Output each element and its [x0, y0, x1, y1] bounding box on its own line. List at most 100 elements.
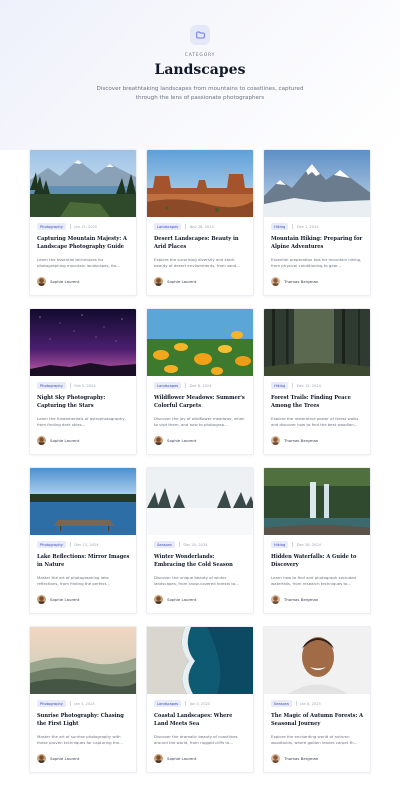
post-card[interactable]: Hiking Dec 28, 2024 Hidden Waterfalls: A…	[263, 467, 371, 614]
avatar	[154, 754, 163, 763]
post-title[interactable]: Desert Landscapes: Beauty in Arid Places	[154, 235, 247, 253]
post-card[interactable]: Seasons Jan 8, 2025 The Magic of Autumn …	[263, 626, 371, 773]
post-image[interactable]	[264, 468, 370, 535]
avatar	[154, 595, 163, 604]
category-tag[interactable]: Landscapes	[154, 223, 182, 230]
folder-icon	[190, 25, 210, 45]
post-title[interactable]: Sunrise Photography: Chasing the First L…	[37, 712, 130, 730]
post-excerpt: Essential preparation tips for mountain …	[271, 257, 362, 269]
post-author[interactable]: Thomas Bergman	[271, 277, 318, 286]
post-title[interactable]: Hidden Waterfalls: A Guide to Discovery	[271, 553, 364, 571]
post-date: Feb 5, 2024	[74, 383, 96, 388]
post-meta: Landscapes Nov 28, 2024	[154, 223, 247, 230]
category-tag[interactable]: Photography	[37, 223, 66, 230]
post-title[interactable]: Wildflower Meadows: Summer's Colorful Ca…	[154, 394, 247, 412]
post-date: Jan 8, 2025	[300, 701, 321, 706]
category-tag[interactable]: Hiking	[271, 382, 289, 389]
author-name: Sophie Laurent	[167, 279, 197, 284]
post-image[interactable]	[147, 309, 253, 376]
post-card[interactable]: Landscapes Dec 8, 2024 Wildflower Meadow…	[146, 308, 254, 455]
post-image[interactable]	[147, 627, 253, 694]
post-date: Dec 15, 2024	[296, 383, 321, 388]
post-title[interactable]: Winter Wonderlands: Embracing the Cold S…	[154, 553, 247, 571]
post-date: Nov 28, 2024	[189, 224, 214, 229]
meta-divider	[69, 383, 71, 388]
post-meta: Photography Feb 5, 2024	[37, 382, 130, 389]
post-meta: Seasons Jan 8, 2025	[271, 700, 364, 707]
author-name: Sophie Laurent	[167, 438, 197, 443]
category-tag[interactable]: Photography	[37, 700, 66, 707]
post-author[interactable]: Sophie Laurent	[154, 436, 196, 445]
post-title[interactable]: Night Sky Photography: Capturing the Sta…	[37, 394, 130, 412]
post-author[interactable]: Thomas Bergman	[271, 436, 318, 445]
post-image[interactable]	[30, 627, 136, 694]
post-image[interactable]	[264, 309, 370, 376]
avatar	[37, 436, 46, 445]
author-name: Thomas Bergman	[284, 438, 319, 443]
author-name: Sophie Laurent	[50, 279, 80, 284]
post-excerpt: Explore the enchanting world of autumn w…	[271, 734, 358, 746]
post-card[interactable]: Seasons Dec 20, 2024 Winter Wonderlands:…	[146, 467, 254, 614]
post-author[interactable]: Sophie Laurent	[154, 754, 196, 763]
post-image[interactable]	[30, 150, 136, 217]
post-meta: Hiking Dec 28, 2024	[271, 541, 364, 548]
post-author[interactable]: Thomas Bergman	[271, 754, 318, 763]
author-name: Thomas Bergman	[284, 597, 319, 602]
post-author[interactable]: Sophie Laurent	[37, 436, 79, 445]
post-title[interactable]: Coastal Landscapes: Where Land Meets Sea	[154, 712, 247, 730]
post-card[interactable]: Hiking Dec 1, 2024 Mountain Hiking: Prep…	[263, 149, 371, 296]
meta-divider	[69, 542, 71, 547]
post-card[interactable]: Photography Dec 13, 2024 Lake Reflection…	[29, 467, 137, 614]
category-tag[interactable]: Hiking	[271, 541, 289, 548]
post-image[interactable]	[264, 627, 370, 694]
post-card[interactable]: Landscapes Jan 5, 2025 Coastal Landscape…	[146, 626, 254, 773]
category-tag[interactable]: Photography	[37, 382, 66, 389]
post-author[interactable]: Sophie Laurent	[37, 595, 79, 604]
meta-divider	[69, 701, 71, 706]
post-title[interactable]: Capturing Mountain Majesty: A Landscape …	[37, 235, 130, 253]
post-author[interactable]: Sophie Laurent	[154, 595, 196, 604]
category-tag[interactable]: Landscapes	[154, 700, 182, 707]
category-tag[interactable]: Landscapes	[154, 382, 182, 389]
category-tag[interactable]: Hiking	[271, 223, 289, 230]
post-card[interactable]: Landscapes Nov 28, 2024 Desert Landscape…	[146, 149, 254, 296]
post-excerpt: Learn the fundamentals of astrophotograp…	[37, 416, 126, 428]
meta-divider	[292, 224, 293, 229]
post-image[interactable]	[264, 150, 370, 217]
meta-divider	[292, 542, 293, 547]
avatar	[154, 436, 163, 445]
post-card[interactable]: Photography Jan 3, 2025 Sunrise Photogra…	[29, 626, 137, 773]
avatar	[37, 595, 46, 604]
category-tag[interactable]: Seasons	[154, 541, 175, 548]
post-title[interactable]: The Magic of Autumn Forests: A Seasonal …	[271, 712, 364, 730]
post-date: Dec 8, 2024	[189, 383, 212, 388]
post-image[interactable]	[30, 309, 136, 376]
post-meta: Seasons Dec 20, 2024	[154, 541, 247, 548]
post-author[interactable]: Sophie Laurent	[154, 277, 196, 286]
post-card[interactable]: Photography Feb 5, 2024 Night Sky Photog…	[29, 308, 137, 455]
post-grid: Photography Jan 15, 2025 Capturing Mount…	[29, 149, 371, 773]
post-excerpt: Discover the unique beauty of winter lan…	[154, 575, 239, 587]
post-author[interactable]: Thomas Bergman	[271, 595, 318, 604]
category-header: CATEGORY Landscapes Discover breathtakin…	[0, 0, 400, 102]
post-image[interactable]	[30, 468, 136, 535]
post-image[interactable]	[147, 468, 253, 535]
post-card[interactable]: Hiking Dec 15, 2024 Forest Trails: Findi…	[263, 308, 371, 455]
meta-divider	[185, 383, 186, 388]
post-title[interactable]: Lake Reflections: Mirror Images in Natur…	[37, 553, 130, 571]
post-date: Dec 13, 2024	[74, 542, 99, 547]
post-meta: Hiking Dec 1, 2024	[271, 223, 364, 230]
category-tag[interactable]: Seasons	[271, 700, 292, 707]
post-author[interactable]: Sophie Laurent	[37, 277, 79, 286]
meta-divider	[295, 701, 297, 706]
meta-divider	[69, 224, 71, 229]
page-title: Landscapes	[154, 62, 246, 78]
post-image[interactable]	[147, 150, 253, 217]
post-author[interactable]: Sophie Laurent	[37, 754, 79, 763]
post-date: Dec 1, 2024	[296, 224, 319, 229]
post-card[interactable]: Photography Jan 15, 2025 Capturing Mount…	[29, 149, 137, 296]
post-title[interactable]: Mountain Hiking: Preparing for Alpine Ad…	[271, 235, 364, 253]
category-tag[interactable]: Photography	[37, 541, 66, 548]
post-title[interactable]: Forest Trails: Finding Peace Among the T…	[271, 394, 364, 412]
post-meta: Photography Dec 13, 2024	[37, 541, 130, 548]
